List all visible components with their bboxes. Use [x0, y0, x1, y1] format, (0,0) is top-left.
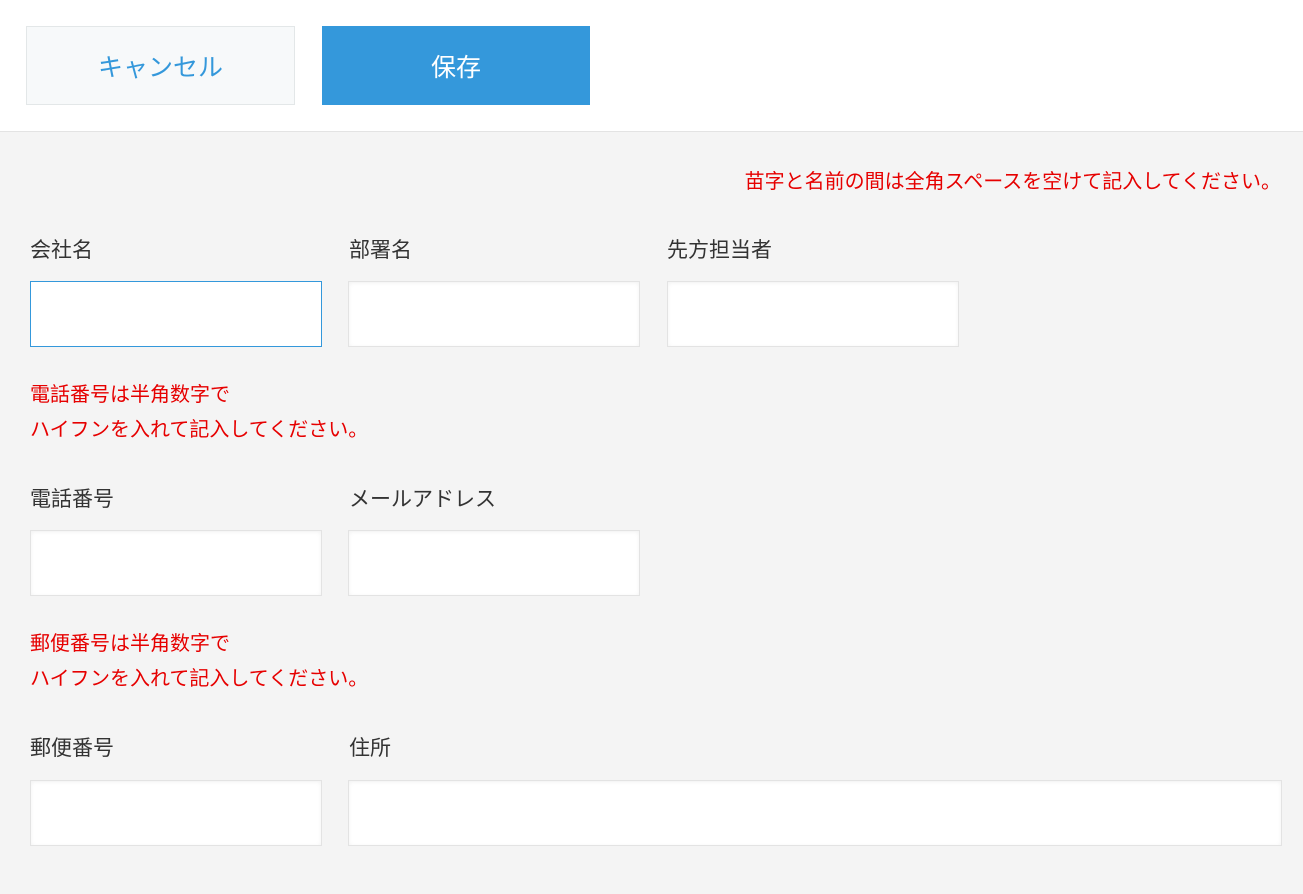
department-label: 部署名: [349, 238, 412, 262]
phone-input[interactable]: [30, 530, 322, 596]
postal-code-input[interactable]: [30, 780, 322, 846]
cancel-button[interactable]: キャンセル: [26, 26, 295, 105]
address-input[interactable]: [348, 780, 1282, 846]
contact-person-label: 先方担当者: [667, 238, 772, 262]
department-input[interactable]: [348, 281, 640, 347]
toolbar: キャンセル 保存: [0, 0, 1303, 132]
email-label: メールアドレス: [349, 487, 496, 511]
address-label: 住所: [349, 736, 391, 760]
company-label: 会社名: [30, 238, 93, 262]
phone-notice-line2: ハイフンを入れて記入してください。: [30, 417, 369, 441]
postal-notice-line1: 郵便番号は半角数字で: [30, 631, 230, 655]
company-input[interactable]: [30, 281, 322, 347]
contact-person-input[interactable]: [667, 281, 959, 347]
postal-code-label: 郵便番号: [30, 736, 114, 760]
save-button[interactable]: 保存: [322, 26, 590, 105]
name-format-notice: 苗字と名前の間は全角スペースを空けて記入してください。: [744, 169, 1281, 193]
email-input[interactable]: [348, 530, 640, 596]
phone-label: 電話番号: [30, 487, 114, 511]
postal-notice-line2: ハイフンを入れて記入してください。: [30, 666, 369, 690]
phone-notice-line1: 電話番号は半角数字で: [30, 382, 230, 406]
